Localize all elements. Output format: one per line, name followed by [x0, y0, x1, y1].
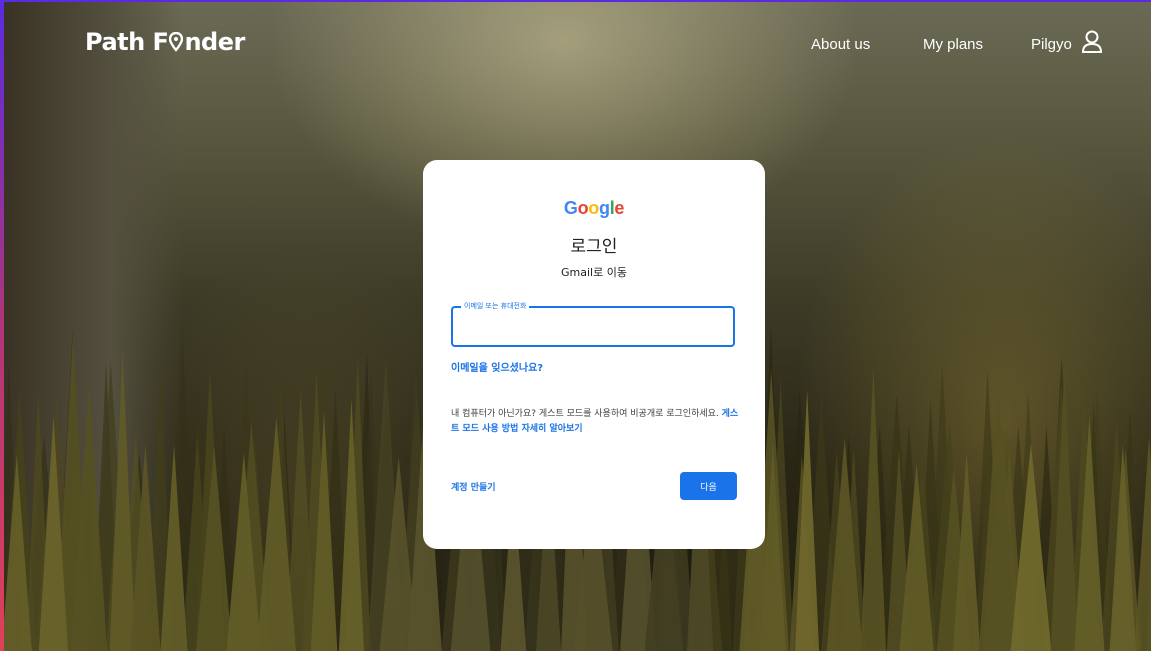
- google-logo-letter: g: [598, 198, 610, 218]
- google-logo-letter: G: [563, 198, 578, 218]
- google-logo-letter: e: [614, 198, 625, 218]
- google-logo: Google: [423, 198, 765, 219]
- user-icon[interactable]: [1081, 30, 1103, 54]
- top-nav: Path F nder About us My plans Pilgyo: [4, 2, 1151, 82]
- brand-logo[interactable]: Path F nder: [85, 28, 245, 56]
- email-field[interactable]: 이메일 또는 휴대전화: [451, 301, 735, 347]
- login-subtitle: Gmail로 이동: [561, 266, 627, 279]
- logo-text-start: Path F: [85, 28, 169, 56]
- email-field-label: 이메일 또는 휴대전화: [461, 301, 530, 311]
- google-logo-letter: o: [577, 198, 589, 218]
- nav-user-link[interactable]: Pilgyo: [1031, 36, 1072, 53]
- google-logo-letter: o: [588, 198, 599, 218]
- next-button[interactable]: 다음: [680, 472, 737, 500]
- logo-text-end: nder: [184, 28, 245, 56]
- app-window: Path F nder About us My plans Pilgyo Goo…: [0, 0, 1151, 651]
- email-input[interactable]: [453, 308, 733, 345]
- map-pin-icon: [169, 31, 184, 52]
- forgot-email-link[interactable]: 이메일을 잊으셨나요?: [451, 359, 543, 374]
- guest-mode-text: 내 컴퓨터가 아닌가요? 게스트 모드를 사용하여 비공개로 로그인하세요.: [451, 409, 722, 419]
- nav-about-link[interactable]: About us: [811, 36, 870, 53]
- nav-my-plans-link[interactable]: My plans: [923, 36, 983, 53]
- login-title: 로그인: [570, 237, 618, 257]
- create-account-link[interactable]: 계정 만들기: [451, 480, 496, 493]
- guest-mode-notice: 내 컴퓨터가 아닌가요? 게스트 모드를 사용하여 비공개로 로그인하세요. 게…: [451, 407, 741, 437]
- login-card: Google 로그인 Gmail로 이동 이메일 또는 휴대전화 이메일을 잊으…: [423, 160, 765, 549]
